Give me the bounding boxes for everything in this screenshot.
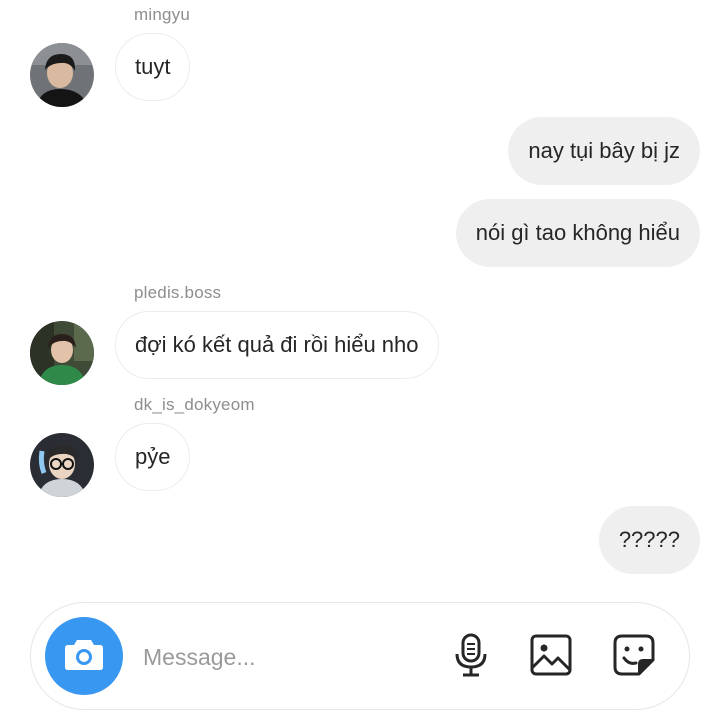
avatar-pledis-boss[interactable] [30, 321, 94, 385]
sticker-icon [612, 633, 656, 682]
camera-button[interactable] [45, 617, 123, 695]
sticker-button[interactable] [611, 634, 657, 680]
microphone-icon [453, 633, 489, 682]
voice-message-button[interactable] [448, 633, 494, 682]
gallery-icon [529, 633, 573, 682]
message-input[interactable] [143, 633, 423, 681]
message-bubble[interactable]: tuyt [115, 33, 191, 101]
message-bubble[interactable]: nói gì tao không hiểu [455, 199, 700, 267]
sender-name-mingyu: mingyu [134, 5, 191, 24]
message-bubble[interactable]: đợi kó kết quả đi rồi hiểu nho [115, 311, 439, 379]
gallery-button[interactable] [528, 634, 574, 680]
message-bubble[interactable]: pỷe [115, 423, 191, 491]
avatar-dk-is-dokyeom[interactable] [30, 433, 94, 497]
message-bubble[interactable]: ????? [598, 506, 700, 574]
camera-icon [64, 637, 104, 676]
avatar-mingyu[interactable] [30, 43, 94, 107]
message-bubble[interactable]: nay tụi bây bị jz [508, 117, 700, 185]
sender-name-dk-is-dokyeom: dk_is_dokyeom [134, 395, 255, 414]
message-composer [30, 602, 690, 710]
sender-name-pledis-boss: pledis.boss [134, 283, 222, 302]
